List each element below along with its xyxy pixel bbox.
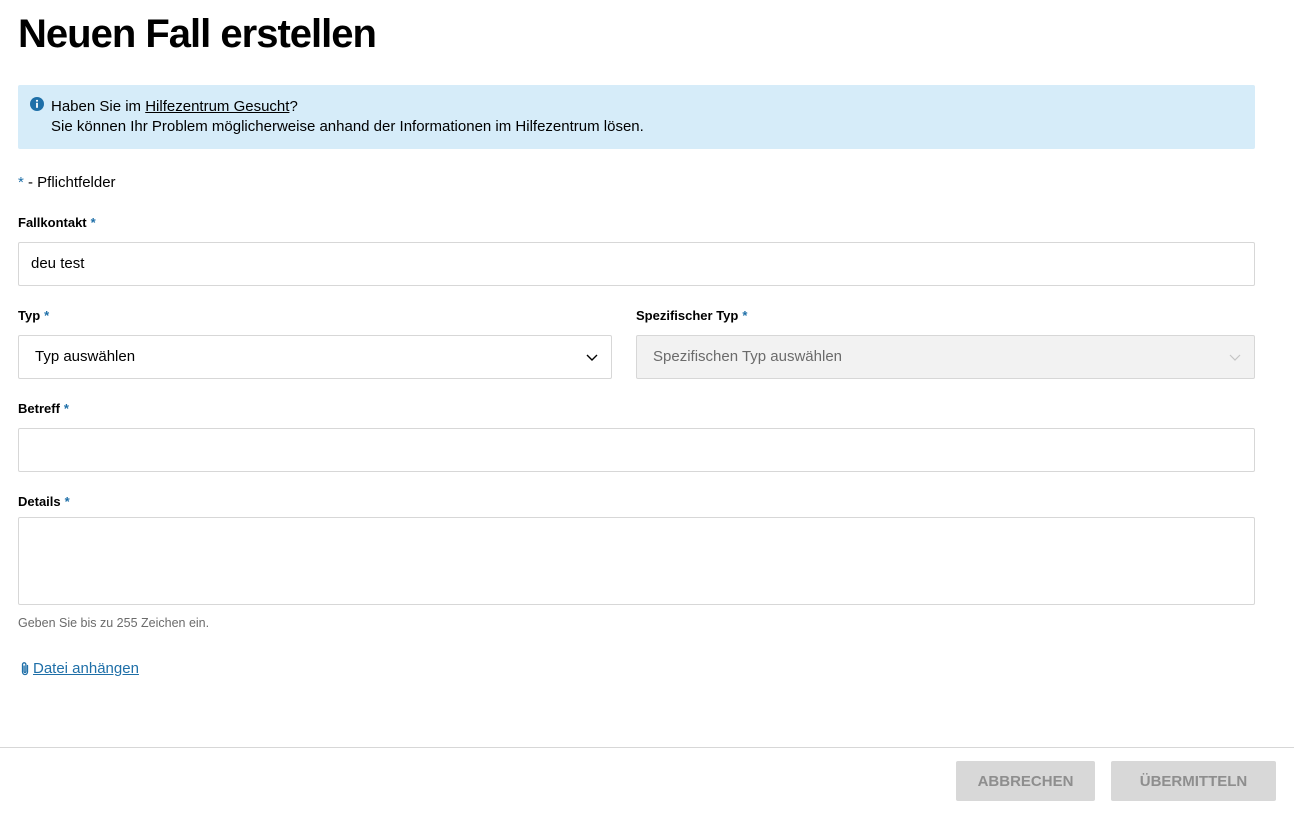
required-star: * <box>64 494 70 509</box>
submit-button[interactable]: ÜBERMITTELN <box>1111 761 1276 801</box>
details-char-hint: Geben Sie bis zu 255 Zeichen ein. <box>18 616 210 630</box>
type-label-text: Typ <box>18 308 41 323</box>
notice-line-2: Sie können Ihr Problem möglicherweise an… <box>51 118 644 135</box>
required-fields-note: * - Pflichtfelder <box>18 174 116 191</box>
required-star: * <box>63 401 69 416</box>
contact-label-text: Fallkontakt <box>18 215 87 230</box>
chevron-down-icon <box>586 354 598 361</box>
details-textarea[interactable] <box>18 517 1255 605</box>
required-star: * <box>742 308 748 323</box>
required-note-text: - Pflichtfelder <box>23 174 116 191</box>
paperclip-icon <box>21 661 29 675</box>
subject-label: Betreff * <box>18 401 69 416</box>
chevron-down-icon <box>1229 354 1241 361</box>
required-star: * <box>44 308 50 323</box>
help-center-link[interactable]: Hilfezentrum Gesucht <box>145 98 289 115</box>
required-star: * <box>90 215 96 230</box>
contact-label: Fallkontakt * <box>18 215 96 230</box>
cancel-button[interactable]: ABBRECHEN <box>956 761 1095 801</box>
details-label: Details * <box>18 494 70 509</box>
help-center-notice: Haben Sie im Hilfezentrum Gesucht? Sie k… <box>18 85 1255 149</box>
specific-type-label: Spezifischer Typ * <box>636 308 747 323</box>
subject-input[interactable] <box>18 428 1255 472</box>
notice-line-1: Haben Sie im Hilfezentrum Gesucht? <box>51 97 1241 117</box>
footer-divider <box>0 747 1294 748</box>
type-select-value: Typ auswählen <box>35 348 136 365</box>
notice-prefix: Haben Sie im <box>51 98 146 115</box>
page-title: Neuen Fall erstellen <box>18 12 377 56</box>
subject-label-text: Betreff <box>18 401 60 416</box>
specific-type-select[interactable]: Spezifischen Typ auswählen <box>636 335 1255 379</box>
attach-file-link[interactable]: Datei anhängen <box>19 660 139 677</box>
type-select[interactable]: Typ auswählen <box>18 335 612 379</box>
specific-type-label-text: Spezifischer Typ <box>636 308 739 323</box>
specific-type-select-value: Spezifischen Typ auswählen <box>653 348 843 365</box>
notice-suffix: ? <box>289 98 298 115</box>
type-label: Typ * <box>18 308 49 323</box>
details-label-text: Details <box>18 494 61 509</box>
contact-value: deu test <box>31 255 85 272</box>
info-icon <box>30 97 44 111</box>
contact-field[interactable]: deu test <box>18 242 1255 286</box>
attach-file-label: Datei anhängen <box>33 660 139 677</box>
